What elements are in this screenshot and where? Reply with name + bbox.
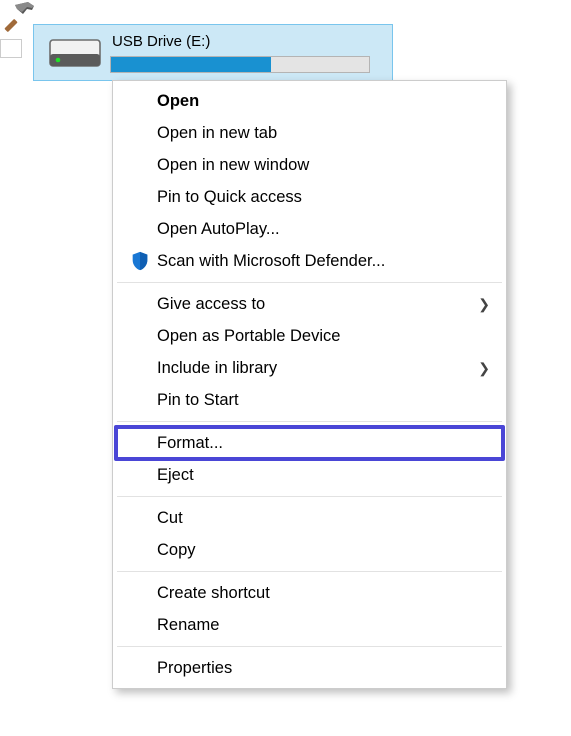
menu-item-label: Create shortcut: [157, 584, 490, 603]
icon-empty: [123, 534, 157, 566]
icon-empty: [123, 652, 157, 684]
menu-item-label: Open: [157, 92, 490, 111]
menu-item-format[interactable]: Format...: [115, 427, 504, 459]
menu-item-label: Format...: [157, 434, 490, 453]
menu-item-open-new-window[interactable]: Open in new window: [115, 149, 504, 181]
menu-item-create-shortcut[interactable]: Create shortcut: [115, 577, 504, 609]
icon-empty: [123, 577, 157, 609]
icon-empty: [123, 117, 157, 149]
menu-item-label: Properties: [157, 659, 490, 678]
menu-item-open[interactable]: Open: [115, 85, 504, 117]
icon-empty: [123, 427, 157, 459]
chevron-right-icon: ❯: [478, 360, 490, 377]
menu-separator: [117, 496, 502, 497]
icon-empty: [123, 609, 157, 641]
tab-stub: [0, 39, 22, 58]
chevron-right-icon: ❯: [478, 296, 490, 313]
menu-item-label: Give access to: [157, 295, 478, 314]
menu-item-give-access[interactable]: Give access to❯: [115, 288, 504, 320]
menu-separator: [117, 282, 502, 283]
menu-item-label: Open AutoPlay...: [157, 220, 490, 239]
icon-empty: [123, 288, 157, 320]
drive-label: USB Drive (E:): [106, 33, 382, 50]
icon-empty: [123, 213, 157, 245]
icon-empty: [123, 149, 157, 181]
menu-item-eject[interactable]: Eject: [115, 459, 504, 491]
menu-item-label: Pin to Quick access: [157, 188, 490, 207]
menu-item-open-autoplay[interactable]: Open AutoPlay...: [115, 213, 504, 245]
icon-empty: [123, 181, 157, 213]
icon-empty: [123, 384, 157, 416]
menu-item-properties[interactable]: Properties: [115, 652, 504, 684]
menu-separator: [117, 421, 502, 422]
menu-item-label: Scan with Microsoft Defender...: [157, 252, 490, 271]
menu-separator: [117, 571, 502, 572]
menu-item-scan-defender[interactable]: Scan with Microsoft Defender...: [115, 245, 504, 277]
icon-empty: [123, 502, 157, 534]
drive-usage-fill: [111, 57, 271, 72]
menu-item-open-portable[interactable]: Open as Portable Device: [115, 320, 504, 352]
menu-item-label: Include in library: [157, 359, 478, 378]
drive-icon: [44, 31, 106, 74]
icon-empty: [123, 352, 157, 384]
icon-empty: [123, 320, 157, 352]
menu-item-copy[interactable]: Copy: [115, 534, 504, 566]
menu-item-label: Eject: [157, 466, 490, 485]
menu-item-label: Open as Portable Device: [157, 327, 490, 346]
context-menu: Open Open in new tab Open in new window Pin…: [112, 80, 507, 689]
menu-item-pin-quick-access[interactable]: Pin to Quick access: [115, 181, 504, 213]
menu-item-label: Copy: [157, 541, 490, 560]
menu-item-rename[interactable]: Rename: [115, 609, 504, 641]
drive-item-usb-e[interactable]: USB Drive (E:): [33, 24, 393, 81]
menu-item-label: Cut: [157, 509, 490, 528]
menu-item-label: Open in new tab: [157, 124, 490, 143]
icon-empty: [123, 85, 157, 117]
shield-icon: [123, 245, 157, 277]
menu-item-cut[interactable]: Cut: [115, 502, 504, 534]
menu-item-label: Rename: [157, 616, 490, 635]
menu-item-label: Open in new window: [157, 156, 490, 175]
icon-empty: [123, 459, 157, 491]
drive-usage-bar: [110, 56, 370, 73]
menu-item-label: Pin to Start: [157, 391, 490, 410]
menu-item-open-new-tab[interactable]: Open in new tab: [115, 117, 504, 149]
menu-separator: [117, 646, 502, 647]
menu-item-include-library[interactable]: Include in library❯: [115, 352, 504, 384]
menu-item-pin-start[interactable]: Pin to Start: [115, 384, 504, 416]
